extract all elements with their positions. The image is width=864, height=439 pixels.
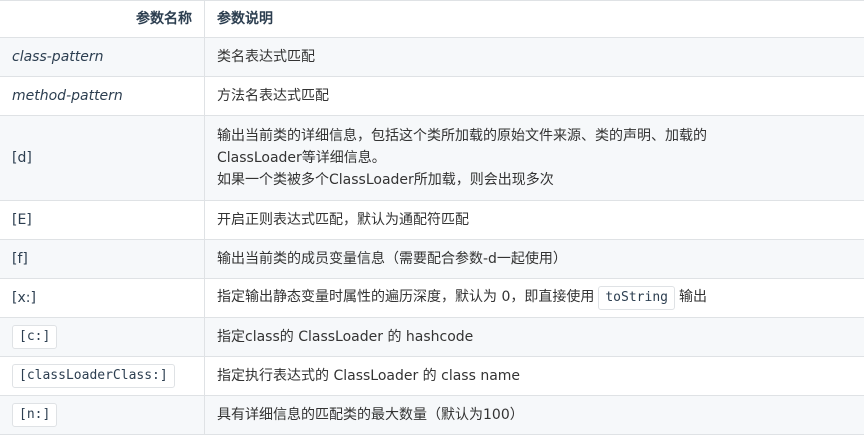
table-row: [f] 输出当前类的成员变量信息（需要配合参数-d一起使用） <box>0 239 864 279</box>
param-desc-line: 如果一个类被多个ClassLoader所加载，则会出现多次 <box>217 172 554 188</box>
param-desc: 指定执行表达式的 ClassLoader 的 class name <box>204 356 864 396</box>
table-row: [x:] 指定输出静态变量时属性的遍历深度，默认为 0，即直接使用 toStrin… <box>0 278 864 318</box>
inline-code: toString <box>598 286 675 310</box>
table-row: method-pattern 方法名表达式匹配 <box>0 76 864 116</box>
param-desc: 输出当前类的详细信息，包括这个类所加载的原始文件来源、类的声明、加载的 Clas… <box>204 115 864 201</box>
param-name: [d] <box>0 115 205 201</box>
param-name-code: [c:] <box>12 325 58 349</box>
param-name-text: class-pattern <box>12 49 104 65</box>
header-param-name: 参数名称 <box>0 0 205 38</box>
param-desc-text: 输出 <box>678 289 707 305</box>
table-header-row: 参数名称 参数说明 <box>0 0 864 38</box>
param-desc: 输出当前类的成员变量信息（需要配合参数-d一起使用） <box>204 239 864 279</box>
param-name: class-pattern <box>0 37 205 77</box>
param-desc: 指定class的 ClassLoader 的 hashcode <box>204 317 864 357</box>
param-name: [n:] <box>0 395 205 435</box>
param-name-text: method-pattern <box>12 88 123 104</box>
param-desc-text: 指定输出静态变量时属性的遍历深度，默认为 0，即直接使用 <box>217 289 595 305</box>
param-name: [classLoaderClass:] <box>0 356 205 396</box>
param-name: [x:] <box>0 278 205 318</box>
header-param-desc: 参数说明 <box>204 0 864 38</box>
param-name: [E] <box>0 200 205 240</box>
param-name: method-pattern <box>0 76 205 116</box>
param-name-text: [E] <box>12 212 32 228</box>
param-name-text: [x:] <box>12 290 36 306</box>
table-row: [d] 输出当前类的详细信息，包括这个类所加载的原始文件来源、类的声明、加载的 … <box>0 115 864 201</box>
param-desc-line: ClassLoader等详细信息。 <box>217 150 386 166</box>
table-row: [classLoaderClass:] 指定执行表达式的 ClassLoader… <box>0 356 864 396</box>
param-desc: 方法名表达式匹配 <box>204 76 864 116</box>
param-desc: 开启正则表达式匹配，默认为通配符匹配 <box>204 200 864 240</box>
param-name-code: [classLoaderClass:] <box>12 364 175 388</box>
param-name-text: [d] <box>12 150 32 166</box>
param-desc: 类名表达式匹配 <box>204 37 864 77</box>
table-row: [n:] 具有详细信息的匹配类的最大数量（默认为100） <box>0 395 864 435</box>
param-name-text: [f] <box>12 251 28 267</box>
params-table: 参数名称 参数说明 class-pattern 类名表达式匹配 method-p… <box>0 0 864 435</box>
param-name: [c:] <box>0 317 205 357</box>
param-name-code: [n:] <box>12 403 58 427</box>
param-desc: 具有详细信息的匹配类的最大数量（默认为100） <box>204 395 864 435</box>
param-name: [f] <box>0 239 205 279</box>
table-row: [c:] 指定class的 ClassLoader 的 hashcode <box>0 317 864 357</box>
param-desc-line: 输出当前类的详细信息，包括这个类所加载的原始文件来源、类的声明、加载的 <box>217 128 707 144</box>
table-row: [E] 开启正则表达式匹配，默认为通配符匹配 <box>0 200 864 240</box>
table-row: class-pattern 类名表达式匹配 <box>0 37 864 77</box>
param-desc: 指定输出静态变量时属性的遍历深度，默认为 0，即直接使用 toString 输出 <box>204 278 864 318</box>
